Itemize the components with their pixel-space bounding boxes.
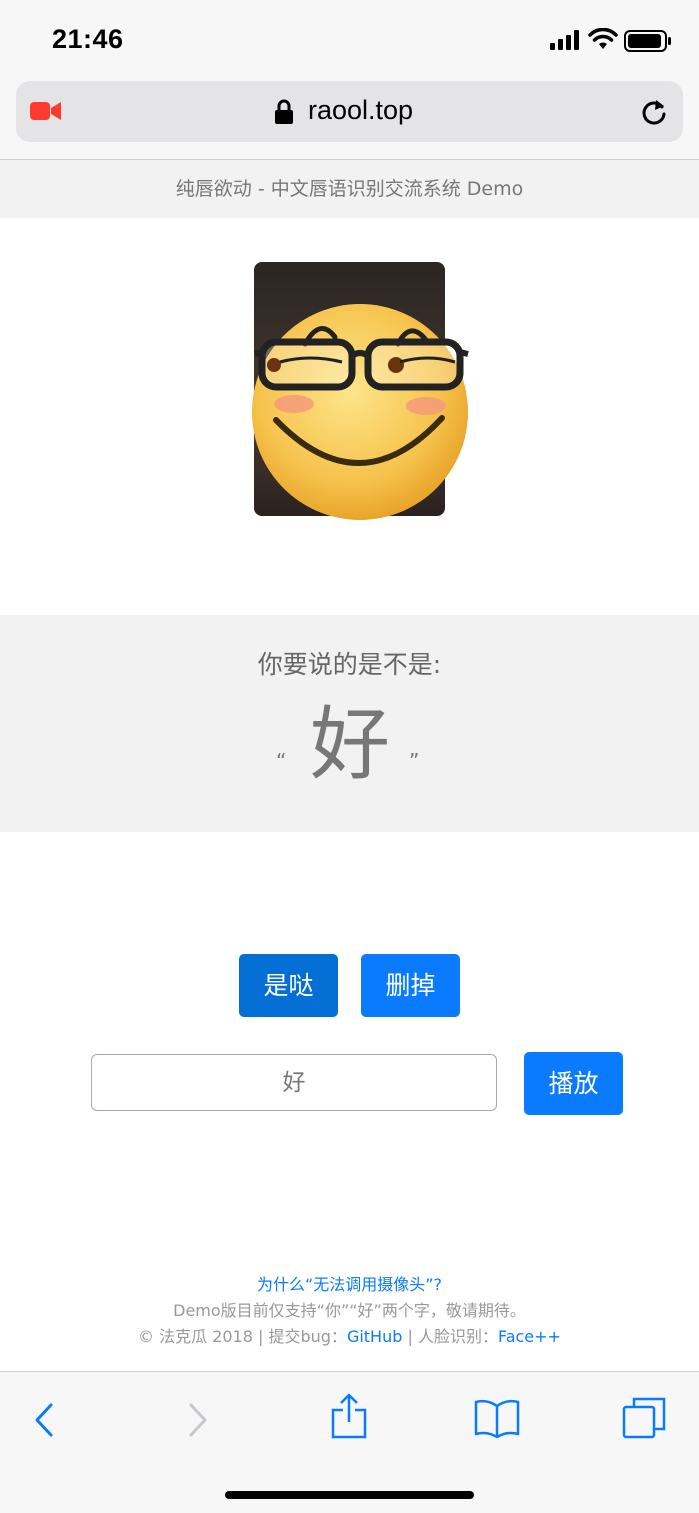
play-button[interactable]: 播放 bbox=[524, 1052, 623, 1115]
status-bar: 21:46 bbox=[0, 0, 699, 80]
footer-separator: | 人脸识别： bbox=[402, 1327, 498, 1346]
browser-address-area: raool.top bbox=[0, 80, 699, 160]
tabs-icon[interactable] bbox=[622, 1396, 666, 1440]
status-time: 21:46 bbox=[52, 24, 124, 54]
predicted-character: 好 bbox=[310, 698, 390, 791]
open-quote: “ bbox=[276, 749, 287, 773]
prediction-label: 你要说的是不是: bbox=[257, 650, 442, 679]
github-link[interactable]: GitHub bbox=[347, 1327, 402, 1346]
wifi-icon bbox=[588, 28, 618, 49]
home-indicator[interactable] bbox=[225, 1491, 474, 1499]
footer: 为什么“无法调用摄像头”? Demo版目前仅支持“你”“好”两个字，敬请期待。 … bbox=[0, 1272, 699, 1350]
face-emoji-overlay bbox=[252, 304, 469, 520]
bookmarks-book-icon[interactable] bbox=[474, 1398, 520, 1438]
back-chevron-icon[interactable] bbox=[32, 1402, 56, 1438]
video-camera-icon[interactable] bbox=[30, 101, 62, 121]
lock-icon bbox=[275, 99, 293, 124]
text-input[interactable]: 好 bbox=[91, 1054, 497, 1111]
site-header: 纯唇欲动 - 中文唇语识别交流系统 Demo bbox=[0, 160, 699, 218]
url-text[interactable]: raool.top bbox=[308, 95, 413, 126]
delete-button[interactable]: 删掉 bbox=[361, 954, 460, 1017]
forward-chevron-icon[interactable] bbox=[186, 1402, 210, 1438]
prediction-panel: 你要说的是不是: “ 好 ” bbox=[0, 615, 699, 832]
footer-notice: Demo版目前仅支持“你”“好”两个字，敬请期待。 bbox=[173, 1301, 526, 1320]
share-icon[interactable] bbox=[330, 1392, 368, 1440]
browser-toolbar bbox=[0, 1371, 699, 1513]
battery-icon bbox=[624, 30, 671, 52]
camera-help-link[interactable]: 为什么“无法调用摄像头”? bbox=[257, 1275, 442, 1294]
confirm-button[interactable]: 是哒 bbox=[239, 954, 338, 1017]
site-title: 纯唇欲动 - 中文唇语识别交流系统 Demo bbox=[175, 178, 524, 200]
camera-preview bbox=[252, 262, 469, 520]
signal-bars-icon bbox=[550, 30, 579, 50]
footer-copyright: © 法克瓜 2018 | 提交bug： bbox=[138, 1327, 347, 1346]
address-bar[interactable]: raool.top bbox=[16, 81, 683, 142]
close-quote: ” bbox=[409, 749, 420, 773]
facepp-link[interactable]: Face++ bbox=[498, 1327, 561, 1346]
reload-icon[interactable] bbox=[640, 97, 668, 127]
